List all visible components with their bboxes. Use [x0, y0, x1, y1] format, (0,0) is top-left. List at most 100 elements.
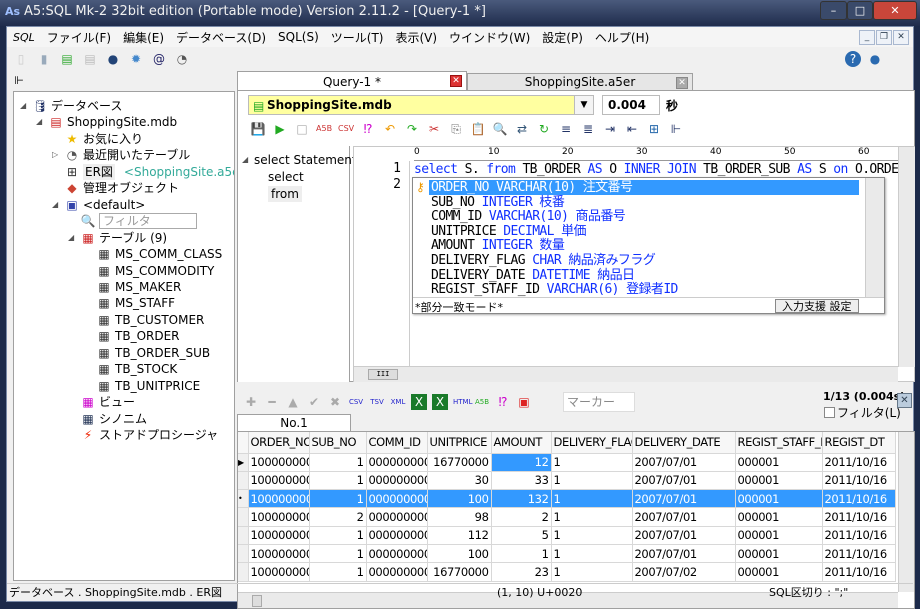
- row-indicator[interactable]: •: [238, 489, 249, 509]
- excel-icon[interactable]: X: [411, 394, 427, 410]
- table-cell[interactable]: 2007/07/01: [632, 526, 736, 545]
- explain-icon[interactable]: ⁉: [360, 121, 376, 137]
- table-cell[interactable]: 100: [427, 544, 492, 564]
- tree-node-select-statement[interactable]: ◢ select Statement: [242, 152, 357, 168]
- table-cell[interactable]: 1: [551, 471, 633, 491]
- copy-icon[interactable]: ⎘: [448, 121, 464, 137]
- table-cell[interactable]: 1: [309, 544, 367, 564]
- add-row-icon[interactable]: ✚: [243, 394, 259, 410]
- refresh-icon[interactable]: ↻: [536, 121, 552, 137]
- database-select[interactable]: ▤ ShoppingSite.mdb: [248, 95, 592, 115]
- table-cell[interactable]: 000001: [735, 507, 823, 527]
- column-header[interactable]: REGIST_DT: [822, 432, 896, 454]
- column-header[interactable]: DELIVERY_DATE: [632, 432, 736, 454]
- at-icon[interactable]: @: [151, 51, 167, 67]
- open-icon[interactable]: ▮: [36, 51, 52, 67]
- find-icon[interactable]: 🔍: [492, 121, 508, 137]
- column-header[interactable]: COMM_ID: [366, 432, 428, 454]
- column-header[interactable]: AMOUNT: [491, 432, 552, 454]
- excel-all-icon[interactable]: X: [432, 394, 448, 410]
- tree-node-select[interactable]: select: [268, 169, 304, 185]
- paste-icon[interactable]: 📋: [470, 121, 486, 137]
- table-cell[interactable]: 2011/10/16: [822, 489, 896, 509]
- table-cell[interactable]: 132: [491, 489, 552, 509]
- mdi-close-button[interactable]: ✕: [893, 30, 909, 45]
- tree-view-icon[interactable]: ⊩: [11, 73, 27, 89]
- database-icon[interactable]: ●: [105, 51, 121, 67]
- table-row[interactable]: •10000000031000000000110013212007/07/010…: [238, 489, 896, 509]
- row-indicator[interactable]: [238, 471, 249, 491]
- export-xml-icon[interactable]: XML: [390, 394, 406, 410]
- tree-item[interactable]: ▦ MS_MAKER: [84, 279, 181, 295]
- close-icon[interactable]: ✕: [676, 77, 688, 89]
- tree-item[interactable]: ◢ ▦ テーブル (9): [68, 230, 167, 246]
- redo-icon[interactable]: ↷: [404, 121, 420, 137]
- table-cell[interactable]: 1000000003: [248, 507, 310, 527]
- table-cell[interactable]: 33: [491, 471, 552, 491]
- tree-item[interactable]: 🔍 フィルタ: [68, 213, 197, 230]
- filter-input[interactable]: フィルタ: [99, 213, 197, 230]
- table-cell[interactable]: 5: [491, 526, 552, 545]
- outdent-icon[interactable]: ⇤: [624, 121, 640, 137]
- tree-icon[interactable]: ⊩: [668, 121, 684, 137]
- tree-item[interactable]: ▦ TB_UNITPRICE: [84, 378, 200, 394]
- clock-icon[interactable]: ◔: [174, 51, 190, 67]
- close-button[interactable]: ✕: [873, 1, 917, 20]
- table-row[interactable]: 100000000510000000001100112007/07/010000…: [238, 544, 896, 564]
- tree-item[interactable]: ▦ TB_ORDER: [84, 328, 179, 344]
- table-row[interactable]: 10000000032000000000298212007/07/0100000…: [238, 507, 896, 527]
- minimize-button[interactable]: –: [820, 1, 847, 20]
- replace-icon[interactable]: ⇄: [514, 121, 530, 137]
- expander-icon[interactable]: ◢: [36, 114, 45, 130]
- table-row[interactable]: ▶100000000110000000007167700001212007/07…: [238, 453, 896, 472]
- table-cell[interactable]: 1: [551, 453, 633, 472]
- completion-item[interactable]: ORDER_NO VARCHAR(10) 注文番号: [429, 180, 859, 195]
- table-cell[interactable]: 1: [551, 489, 633, 509]
- table-cell[interactable]: 000001: [735, 453, 823, 472]
- expander-icon[interactable]: ◢: [52, 197, 61, 213]
- tree-item[interactable]: ▦ TB_ORDER_SUB: [84, 345, 210, 361]
- table-cell[interactable]: 1000000001: [248, 453, 310, 472]
- table-cell[interactable]: 1: [309, 471, 367, 491]
- expander-icon[interactable]: ◢: [68, 230, 77, 246]
- gear-icon[interactable]: ✹: [128, 51, 144, 67]
- table-cell[interactable]: 1: [309, 453, 367, 472]
- table-cell[interactable]: 2: [491, 507, 552, 527]
- table-cell[interactable]: 000001: [735, 544, 823, 564]
- explain-icon[interactable]: ⁉: [495, 394, 511, 410]
- column-header[interactable]: SUB_NO: [309, 432, 367, 454]
- tree-item[interactable]: ▦ MS_STAFF: [84, 295, 175, 311]
- table-cell[interactable]: 0000000007: [366, 562, 428, 582]
- menu-window[interactable]: ウインドウ(W): [443, 29, 536, 46]
- tab-er-diagram[interactable]: ShoppingSite.a5er ✕: [467, 73, 693, 91]
- tree-item[interactable]: ◆ 管理オブジェクト: [52, 180, 179, 196]
- table-cell[interactable]: 2007/07/01: [632, 544, 736, 564]
- completion-item[interactable]: REGIST_STAFF_ID VARCHAR(6) 登録者ID: [431, 282, 678, 297]
- table-cell[interactable]: 2007/07/01: [632, 453, 736, 472]
- table-row[interactable]: 100000000410000000005112512007/07/010000…: [238, 526, 896, 545]
- tab-query-1[interactable]: Query-1 * ✕: [237, 71, 467, 91]
- editor-vertical-scrollbar[interactable]: [898, 147, 915, 367]
- table-cell[interactable]: 2007/07/01: [632, 507, 736, 527]
- column-header[interactable]: UNITPRICE: [427, 432, 492, 454]
- table-cell[interactable]: 12: [491, 453, 552, 472]
- table-cell[interactable]: 2011/10/16: [822, 544, 896, 564]
- export-csv-icon[interactable]: CSV: [348, 394, 364, 410]
- grid-vertical-scrollbar[interactable]: [898, 432, 914, 592]
- checkbox[interactable]: [824, 407, 835, 418]
- row-indicator[interactable]: [238, 507, 249, 527]
- indent-icon[interactable]: ⇥: [602, 121, 618, 137]
- table-cell[interactable]: 2: [309, 507, 367, 527]
- expander-icon[interactable]: ▷: [52, 147, 61, 163]
- table-cell[interactable]: 0000000001: [366, 544, 428, 564]
- menu-view[interactable]: 表示(V): [389, 29, 443, 46]
- tree-item[interactable]: ◢ ▣ <default>: [52, 197, 145, 213]
- table-cell[interactable]: 000001: [735, 489, 823, 509]
- tree-item[interactable]: ▦ TB_STOCK: [84, 361, 177, 377]
- tree-item[interactable]: ★ お気に入り: [52, 131, 143, 147]
- export-a5b-icon[interactable]: A5B: [316, 121, 332, 137]
- cancel-icon[interactable]: ✖: [327, 394, 343, 410]
- menu-sql[interactable]: SQL(S): [272, 30, 325, 44]
- tree-item[interactable]: ▦ MS_COMM_CLASS: [84, 246, 222, 262]
- column-header[interactable]: ORDER_NO: [248, 432, 310, 454]
